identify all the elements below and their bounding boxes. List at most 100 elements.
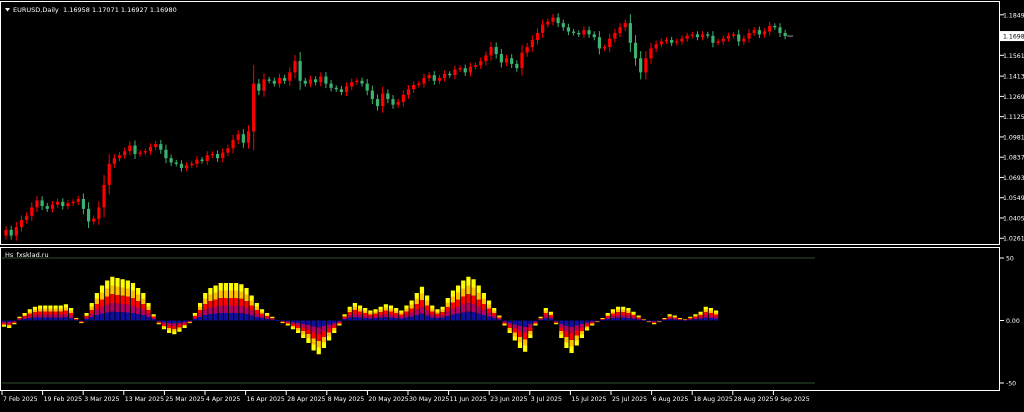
- histogram-bar: [373, 316, 377, 318]
- histogram-bar: [317, 341, 321, 348]
- histogram-bar: [12, 321, 16, 322]
- price-tick-label: 1.08370: [1003, 155, 1024, 162]
- candle-body: [304, 81, 307, 84]
- histogram-bar: [497, 316, 501, 317]
- histogram-bar: [425, 316, 429, 321]
- histogram-bar: [95, 299, 99, 305]
- histogram-bar: [54, 312, 58, 315]
- terminal-chart-window[interactable]: 1.184901.169801.156101.141301.126901.112…: [0, 0, 1024, 408]
- histogram-bar: [234, 291, 238, 299]
- histogram-bar: [312, 333, 316, 339]
- histogram-bar: [28, 312, 32, 314]
- histogram-bar: [342, 319, 346, 320]
- histogram-bar: [430, 306, 434, 309]
- histogram-bar: [105, 281, 109, 289]
- histogram-bar: [425, 306, 429, 311]
- histogram-bar: [471, 279, 475, 287]
- candle-body: [753, 30, 756, 33]
- candle-body: [587, 30, 590, 34]
- histogram-bar: [322, 337, 326, 343]
- histogram-bar: [198, 317, 202, 321]
- histogram-bar: [441, 318, 445, 321]
- time-tick-label: 20 May 2025: [368, 396, 408, 403]
- histogram-bar: [239, 299, 243, 306]
- histogram-bar: [606, 316, 610, 318]
- candle-body: [381, 93, 384, 106]
- histogram-bar: [100, 300, 104, 307]
- histogram-bar: [606, 319, 610, 321]
- histogram-bar: [430, 318, 434, 321]
- histogram-bar: [193, 318, 197, 320]
- histogram-bar: [379, 307, 383, 310]
- candle-body: [557, 17, 560, 23]
- histogram-bar: [224, 291, 228, 299]
- histogram-bar: [513, 337, 517, 341]
- histogram-bar: [492, 318, 496, 321]
- histogram-bar: [260, 312, 264, 314]
- histogram-bar: [126, 281, 130, 289]
- candle-body: [716, 41, 719, 42]
- histogram-bar: [466, 303, 470, 312]
- histogram-bar: [213, 286, 217, 293]
- histogram-bar: [673, 317, 677, 318]
- histogram-bar: [291, 322, 295, 324]
- histogram-bar: [213, 314, 217, 321]
- histogram-bar: [544, 308, 548, 311]
- histogram-bar: [306, 330, 310, 335]
- histogram-bar: [487, 313, 491, 317]
- histogram-bar: [580, 328, 584, 332]
- histogram-bar: [404, 312, 408, 315]
- candle-body: [443, 74, 446, 78]
- histogram-bar: [183, 327, 187, 329]
- histogram-bar: [198, 307, 202, 311]
- histogram-bar: [234, 283, 238, 291]
- histogram-bar: [502, 325, 506, 326]
- histogram-bar: [167, 328, 171, 331]
- histogram-bar: [688, 318, 692, 319]
- histogram-bar: [306, 339, 310, 344]
- histogram-bar: [59, 306, 63, 309]
- histogram-bar: [234, 306, 238, 314]
- candle-body: [262, 79, 265, 90]
- candle-body: [371, 91, 374, 99]
- histogram-bar: [244, 314, 248, 321]
- histogram-bar: [668, 314, 672, 315]
- histogram-bar: [693, 318, 697, 319]
- histogram-bar: [461, 297, 465, 305]
- histogram-bar: [570, 327, 574, 334]
- histogram-bar: [714, 311, 718, 313]
- histogram-bar: [213, 293, 217, 300]
- candle-body: [71, 202, 74, 203]
- candle-body: [422, 78, 425, 84]
- candle-body: [149, 147, 152, 151]
- histogram-bar: [559, 328, 563, 332]
- histogram-bar: [69, 318, 73, 321]
- histogram-bar: [54, 318, 58, 321]
- histogram-bar: [363, 308, 367, 311]
- histogram-bar: [312, 345, 316, 351]
- histogram-bar: [559, 321, 563, 325]
- histogram-bar: [399, 311, 403, 313]
- histogram-bar: [301, 321, 305, 325]
- chart-canvas[interactable]: 1.184901.169801.156101.141301.126901.112…: [0, 0, 1024, 408]
- candle-body: [747, 33, 750, 39]
- histogram-bar: [502, 323, 506, 324]
- histogram-bar: [84, 316, 88, 318]
- candle-body: [30, 207, 33, 215]
- histogram-bar: [332, 326, 336, 329]
- histogram-bar: [203, 315, 207, 321]
- histogram-bar: [394, 318, 398, 321]
- histogram-bar: [714, 317, 718, 319]
- histogram-bar: [28, 309, 32, 311]
- histogram-bar: [492, 313, 496, 316]
- histogram-bar: [115, 278, 119, 287]
- histogram-bar: [229, 306, 233, 314]
- histogram-bar: [631, 319, 635, 321]
- histogram-bar: [203, 293, 207, 299]
- candle-body: [618, 27, 621, 33]
- histogram-bar: [296, 321, 300, 324]
- histogram-bar: [487, 301, 491, 305]
- histogram-bar: [621, 315, 625, 318]
- histogram-bar: [626, 308, 630, 311]
- histogram-bar: [430, 315, 434, 318]
